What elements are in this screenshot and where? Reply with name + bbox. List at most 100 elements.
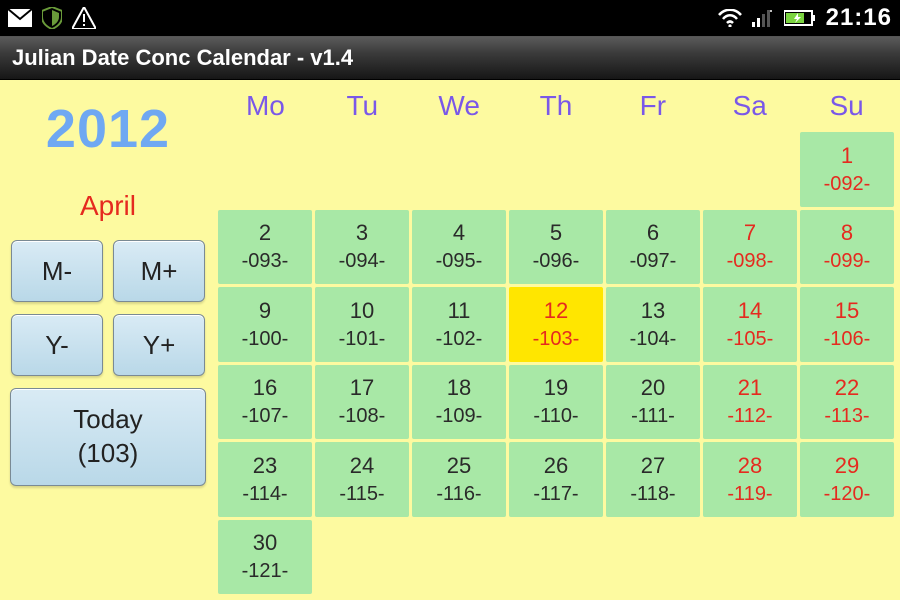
today-button-label: Today bbox=[73, 403, 142, 437]
dow-header: We bbox=[412, 84, 507, 132]
window-titlebar: Julian Date Conc Calendar - v1.4 bbox=[0, 36, 900, 80]
calendar-cell[interactable]: 9-100- bbox=[218, 287, 312, 362]
mail-icon bbox=[8, 9, 32, 27]
dow-header: Th bbox=[509, 84, 604, 132]
julian-number: -113- bbox=[824, 403, 869, 430]
day-number: 21 bbox=[738, 373, 762, 403]
calendar-cell bbox=[218, 132, 312, 207]
day-number: 25 bbox=[447, 451, 471, 481]
julian-number: -118- bbox=[630, 481, 675, 508]
calendar-cell[interactable]: 12-103- bbox=[509, 287, 603, 362]
julian-number: -099- bbox=[824, 248, 871, 275]
day-number: 17 bbox=[350, 373, 374, 403]
day-number: 5 bbox=[550, 218, 562, 248]
month-minus-button[interactable]: M- bbox=[11, 240, 103, 302]
day-number: 9 bbox=[259, 296, 271, 326]
calendar-cell[interactable]: 2-093- bbox=[218, 210, 312, 285]
calendar-cell bbox=[315, 520, 409, 595]
julian-number: -107- bbox=[242, 403, 289, 430]
julian-number: -094- bbox=[339, 248, 386, 275]
calendar-cell[interactable]: 5-096- bbox=[509, 210, 603, 285]
day-number: 22 bbox=[835, 373, 859, 403]
day-number: 14 bbox=[738, 296, 762, 326]
calendar-grid: 1-092-2-093-3-094-4-095-5-096-6-097-7-09… bbox=[218, 132, 894, 594]
calendar-cell[interactable]: 11-102- bbox=[412, 287, 506, 362]
day-number: 2 bbox=[259, 218, 271, 248]
dow-header-row: MoTuWeThFrSaSu bbox=[218, 84, 894, 132]
calendar-cell[interactable]: 19-110- bbox=[509, 365, 603, 440]
calendar-cell[interactable]: 20-111- bbox=[606, 365, 700, 440]
day-number: 8 bbox=[841, 218, 853, 248]
calendar-cell[interactable]: 4-095- bbox=[412, 210, 506, 285]
sidebar: 2012 April M- M+ Y- Y+ Today (103) bbox=[0, 80, 216, 600]
julian-number: -110- bbox=[533, 403, 578, 430]
calendar-cell[interactable]: 23-114- bbox=[218, 442, 312, 517]
calendar-cell[interactable]: 10-101- bbox=[315, 287, 409, 362]
calendar-cell[interactable]: 26-117- bbox=[509, 442, 603, 517]
day-number: 7 bbox=[744, 218, 756, 248]
julian-number: -109- bbox=[436, 403, 483, 430]
calendar-cell[interactable]: 18-109- bbox=[412, 365, 506, 440]
julian-number: -108- bbox=[339, 403, 386, 430]
calendar-cell[interactable]: 3-094- bbox=[315, 210, 409, 285]
julian-number: -116- bbox=[436, 481, 481, 508]
day-number: 29 bbox=[835, 451, 859, 481]
julian-number: -102- bbox=[436, 326, 483, 353]
calendar-cell[interactable]: 30-121- bbox=[218, 520, 312, 595]
calendar-cell bbox=[315, 132, 409, 207]
julian-number: -101- bbox=[339, 326, 386, 353]
julian-number: -103- bbox=[533, 326, 580, 353]
dow-header: Su bbox=[799, 84, 894, 132]
julian-number: -097- bbox=[630, 248, 677, 275]
day-number: 23 bbox=[253, 451, 277, 481]
year-minus-button[interactable]: Y- bbox=[11, 314, 103, 376]
julian-number: -095- bbox=[436, 248, 483, 275]
calendar-cell[interactable]: 1-092- bbox=[800, 132, 894, 207]
day-number: 30 bbox=[253, 528, 277, 558]
dow-header: Mo bbox=[218, 84, 313, 132]
day-number: 6 bbox=[647, 218, 659, 248]
julian-number: -119- bbox=[727, 481, 772, 508]
wifi-icon bbox=[718, 9, 742, 27]
day-number: 1 bbox=[841, 141, 853, 171]
calendar-cell[interactable]: 6-097- bbox=[606, 210, 700, 285]
calendar-cell[interactable]: 22-113- bbox=[800, 365, 894, 440]
android-status-bar: 21:16 bbox=[0, 0, 900, 36]
calendar-cell[interactable]: 14-105- bbox=[703, 287, 797, 362]
calendar-cell[interactable]: 28-119- bbox=[703, 442, 797, 517]
year-plus-button[interactable]: Y+ bbox=[113, 314, 205, 376]
calendar-week: 16-107-17-108-18-109-19-110-20-111-21-11… bbox=[218, 365, 894, 440]
calendar-cell[interactable]: 17-108- bbox=[315, 365, 409, 440]
calendar-cell[interactable]: 13-104- bbox=[606, 287, 700, 362]
app-body: 2012 April M- M+ Y- Y+ Today (103) MoTuW… bbox=[0, 80, 900, 600]
calendar-cell bbox=[800, 520, 894, 595]
signal-icon bbox=[752, 9, 774, 27]
month-plus-button[interactable]: M+ bbox=[113, 240, 205, 302]
calendar-cell[interactable]: 15-106- bbox=[800, 287, 894, 362]
calendar-cell[interactable]: 16-107- bbox=[218, 365, 312, 440]
month-label: April bbox=[80, 190, 136, 222]
calendar-cell[interactable]: 8-099- bbox=[800, 210, 894, 285]
status-right-icons: 21:16 bbox=[718, 4, 892, 32]
window-title: Julian Date Conc Calendar - v1.4 bbox=[12, 45, 353, 71]
dow-header: Fr bbox=[605, 84, 700, 132]
day-number: 15 bbox=[835, 296, 859, 326]
calendar-cell[interactable]: 7-098- bbox=[703, 210, 797, 285]
julian-number: -117- bbox=[533, 481, 578, 508]
julian-number: -114- bbox=[242, 481, 287, 508]
day-number: 24 bbox=[350, 451, 374, 481]
calendar-cell[interactable]: 27-118- bbox=[606, 442, 700, 517]
calendar-cell[interactable]: 24-115- bbox=[315, 442, 409, 517]
day-number: 13 bbox=[641, 296, 665, 326]
calendar-cell bbox=[703, 132, 797, 207]
calendar-cell[interactable]: 29-120- bbox=[800, 442, 894, 517]
day-number: 28 bbox=[738, 451, 762, 481]
alert-icon bbox=[72, 7, 96, 29]
calendar-cell[interactable]: 21-112- bbox=[703, 365, 797, 440]
calendar-cell bbox=[509, 520, 603, 595]
year-buttons-row: Y- Y+ bbox=[11, 314, 205, 376]
calendar-cell[interactable]: 25-116- bbox=[412, 442, 506, 517]
month-buttons-row: M- M+ bbox=[11, 240, 205, 302]
today-button[interactable]: Today (103) bbox=[10, 388, 206, 486]
julian-number: -104- bbox=[630, 326, 677, 353]
